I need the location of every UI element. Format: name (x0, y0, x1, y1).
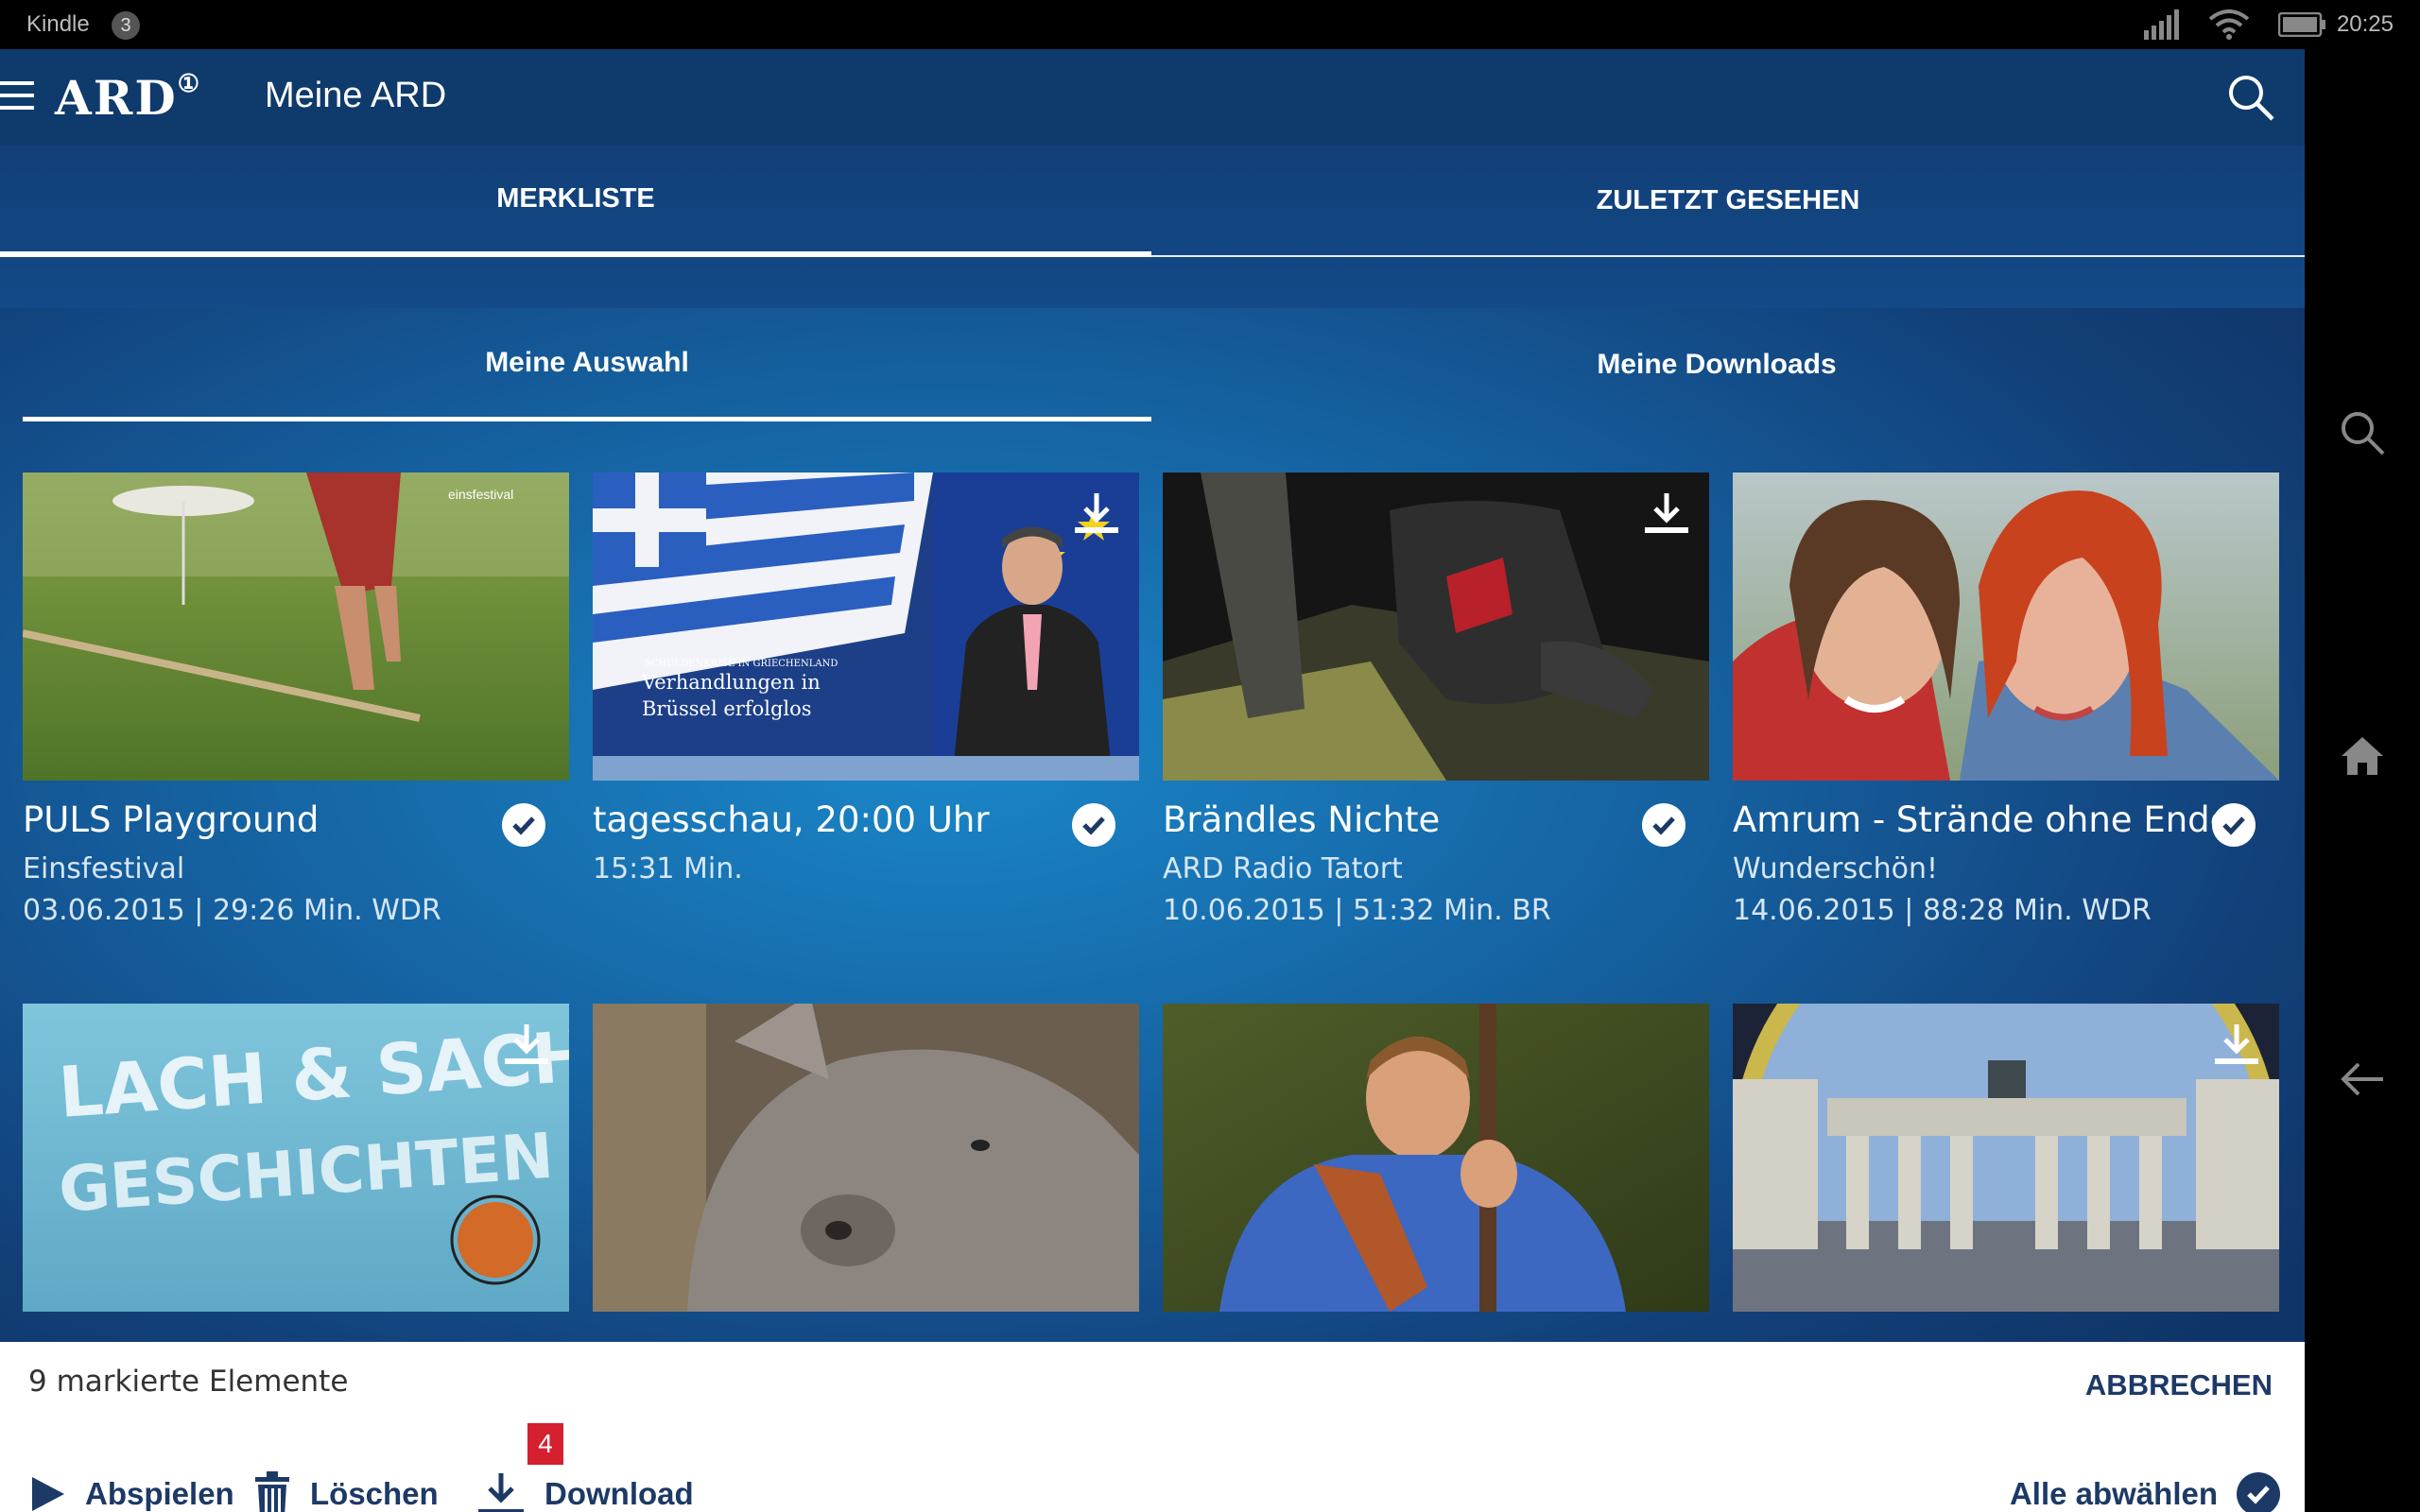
tab-merkliste[interactable]: MERKLISTE (0, 146, 1151, 257)
search-button[interactable] (2225, 72, 2276, 123)
video-meta: 10.06.2015 | 51:32 Min. BR (1163, 894, 1551, 927)
video-thumbnail[interactable] (593, 1004, 1139, 1312)
delete-button[interactable]: Löschen (253, 1461, 439, 1512)
wifi-icon (2208, 9, 2250, 40)
video-title: tagesschau, 20:00 Uhr (593, 799, 990, 840)
battery-icon (2278, 12, 2325, 37)
video-thumbnail[interactable]: SCHULDENKRISE IN GRIECHENLAND Verhandlun… (593, 472, 1139, 781)
selected-checkbox[interactable] (1072, 803, 1115, 847)
status-app-name: Kindle (26, 11, 90, 37)
play-label: Abspielen (85, 1476, 234, 1511)
sub-tabs: Meine Auswahl Meine Downloads (0, 308, 2305, 425)
search-icon (2229, 76, 2274, 121)
video-thumbnail[interactable]: einsfestival (23, 472, 569, 781)
deselect-all-checkbox (2237, 1472, 2280, 1512)
selection-action-bar: 9 markierte Elemente ABBRECHEN Abspielen… (0, 1342, 2305, 1512)
checkmark-icon (2247, 1486, 2270, 1504)
download-button[interactable]: Download (476, 1461, 694, 1512)
ard-logo[interactable]: ARD① (55, 70, 201, 126)
system-home-button[interactable] (2334, 728, 2391, 784)
thumb-channel-logo: einsfestival (448, 487, 513, 502)
trash-icon (255, 1471, 289, 1512)
play-icon (32, 1477, 64, 1511)
status-time: 20:25 (2336, 11, 2394, 37)
video-title: PULS Playground (23, 799, 320, 840)
video-meta: 03.06.2015 | 29:26 Min. WDR (23, 894, 441, 927)
video-thumbnail[interactable] (1163, 1004, 1709, 1312)
menu-button[interactable] (0, 81, 34, 112)
download-icon (505, 1024, 548, 1064)
page-title: Meine ARD (265, 76, 447, 115)
home-icon (2342, 737, 2383, 775)
status-icons (2142, 9, 2325, 40)
download-icon (1645, 493, 1688, 533)
notification-badge: 3 (112, 11, 140, 40)
ard-one-icon: ① (177, 70, 202, 99)
checkmark-icon (1082, 816, 1105, 835)
thumb-caption-small: SCHULDENKRISE IN GRIECHENLAND (645, 659, 838, 669)
video-thumbnail[interactable] (1733, 1004, 2279, 1312)
selected-checkbox[interactable] (1642, 803, 1685, 847)
subtab-meine-auswahl[interactable]: Meine Auswahl (23, 308, 1151, 421)
video-subtitle: Wunderschön! (1733, 852, 1938, 885)
system-navbar (2305, 49, 2420, 1512)
video-meta: 14.06.2015 | 88:28 Min. WDR (1733, 894, 2152, 927)
menu-icon-line (0, 94, 34, 97)
selected-count: 9 markierte Elemente (28, 1365, 349, 1399)
logo-text: ARD (55, 70, 178, 126)
video-title: Brändles Nichte (1163, 799, 1441, 840)
checkmark-icon (1652, 816, 1675, 835)
menu-icon (0, 81, 34, 85)
back-arrow-icon (2341, 1062, 2383, 1096)
deselect-all-label: Alle abwählen (2009, 1476, 2218, 1511)
video-title: Amrum - Strände ohne Ende (1733, 799, 2232, 840)
selected-checkbox[interactable] (502, 803, 545, 847)
app-screen: ARD① Meine ARD MERKLISTE ZULETZT GESEHEN… (0, 49, 2305, 1512)
system-back-button[interactable] (2334, 1051, 2391, 1108)
video-thumbnail[interactable] (1163, 472, 1709, 781)
video-thumbnail[interactable]: LACH & SACH- GESCHICHTEN (23, 1004, 569, 1312)
video-subtitle: ARD Radio Tatort (1163, 852, 1403, 885)
download-icon (2215, 1024, 2258, 1064)
checkmark-icon (512, 816, 535, 835)
play-button[interactable]: Abspielen (30, 1461, 234, 1512)
download-icon (478, 1473, 524, 1512)
video-thumbnail[interactable] (1733, 472, 2279, 781)
delete-label: Löschen (310, 1476, 439, 1511)
cancel-button[interactable]: ABBRECHEN (2085, 1368, 2273, 1402)
app-bar: ARD① Meine ARD (0, 49, 2305, 146)
video-subtitle: 15:31 Min. (593, 852, 743, 885)
tab-zuletzt-gesehen[interactable]: ZULETZT GESEHEN (1151, 146, 2305, 257)
signal-icon (2144, 9, 2179, 40)
download-icon (1075, 493, 1118, 533)
menu-icon-line (0, 106, 34, 110)
status-bar: Kindle 3 20:25 (0, 0, 2420, 49)
selected-checkbox[interactable] (2212, 803, 2256, 847)
download-label: Download (544, 1476, 694, 1511)
thumb-caption: Verhandlungen in Brüssel erfolglos (642, 671, 821, 720)
subtab-meine-downloads[interactable]: Meine Downloads (1151, 308, 2282, 421)
system-search-button[interactable] (2334, 404, 2391, 461)
search-icon (2342, 412, 2385, 455)
video-subtitle: Einsfestival (23, 852, 185, 885)
checkmark-icon (2222, 816, 2245, 835)
deselect-all-button[interactable]: Alle abwählen (2010, 1461, 2280, 1512)
download-count-badge: 4 (527, 1423, 563, 1465)
main-tabs: MERKLISTE ZULETZT GESEHEN (0, 146, 2305, 308)
